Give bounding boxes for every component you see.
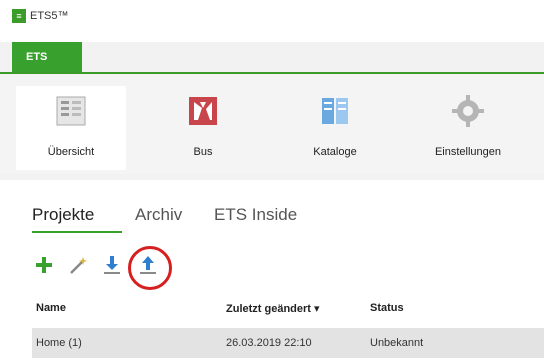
column-header-name[interactable]: Name [36, 302, 66, 314]
table-row[interactable]: Home (1) 26.03.2019 22:10 Unbekannt [32, 328, 544, 358]
tab-projekte[interactable]: Projekte [32, 200, 94, 230]
column-header-status[interactable]: Status [370, 302, 404, 314]
row-name: Home (1) [36, 337, 82, 349]
settings-label: Einstellungen [434, 146, 502, 158]
overview-label: Übersicht [47, 146, 95, 158]
bus-label: Bus [193, 146, 213, 158]
tab-archiv[interactable]: Archiv [135, 200, 182, 230]
gear-icon [452, 95, 484, 127]
highlight-circle [128, 246, 172, 290]
catalog-button[interactable]: Kataloge [280, 86, 390, 170]
active-tab-indicator [32, 231, 122, 233]
bus-button[interactable]: Bus [148, 86, 258, 170]
overview-icon [56, 96, 86, 126]
row-status: Unbekannt [370, 337, 424, 349]
catalog-icon [322, 98, 348, 124]
ets-logo-icon: ≡ [12, 9, 26, 23]
tab-ets-inside[interactable]: ETS Inside [214, 200, 297, 230]
settings-button[interactable]: Einstellungen [406, 86, 530, 170]
ets-app-tab[interactable]: ETS [12, 42, 82, 72]
projects-panel: Projekte Archiv ETS Inside Name Zuletzt … [0, 180, 544, 364]
add-icon[interactable] [34, 254, 54, 276]
catalog-label: Kataloge [313, 146, 357, 158]
ribbon: Übersicht Bus Kataloge Einstellungen [0, 74, 544, 174]
title-bar: ≡ ETS5™ [0, 0, 544, 42]
column-header-modified[interactable]: Zuletzt geändert ▾ [226, 302, 320, 315]
bus-icon [189, 97, 217, 125]
window-title: ETS5™ [30, 10, 69, 22]
edit-wand-icon[interactable] [68, 254, 88, 276]
overview-button[interactable]: Übersicht [16, 86, 126, 170]
row-modified: 26.03.2019 22:10 [226, 337, 312, 349]
import-icon[interactable] [102, 254, 122, 276]
